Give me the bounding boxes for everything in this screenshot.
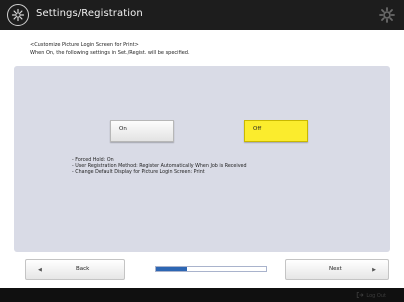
- back-button[interactable]: ◀ Back: [25, 259, 125, 280]
- settings-registration-icon: [7, 4, 29, 26]
- arrow-right-icon: ▶: [372, 267, 376, 273]
- next-button[interactable]: Next ▶: [285, 259, 389, 280]
- list-item: - Change Default Display for Picture Log…: [72, 170, 205, 175]
- gear-icon[interactable]: [378, 6, 396, 24]
- progress-bar: [155, 266, 267, 272]
- title-bar: Settings/Registration: [0, 0, 404, 30]
- page-title: Settings/Registration: [36, 8, 143, 19]
- logout-button[interactable]: Log Out: [356, 291, 386, 301]
- description-text: When On, the following settings in Set./…: [30, 50, 190, 56]
- settings-registration-screen: Settings/Registration <Customize Picture…: [0, 0, 404, 302]
- on-button-label: On: [119, 126, 127, 132]
- description: <Customize Picture Login Screen for Prin…: [30, 41, 390, 57]
- settings-list: - Forced Hold: On - User Registration Me…: [72, 158, 372, 176]
- logout-icon: [356, 291, 364, 301]
- progress-fill: [156, 267, 187, 271]
- off-button[interactable]: Off: [244, 120, 308, 142]
- arrow-left-icon: ◀: [38, 267, 42, 273]
- off-button-label: Off: [253, 126, 262, 132]
- description-title: <Customize Picture Login Screen for Prin…: [30, 42, 139, 48]
- on-button[interactable]: On: [110, 120, 174, 142]
- next-button-label: Next: [329, 266, 342, 272]
- logout-label: Log Out: [366, 293, 386, 299]
- footer-bar: Log Out: [0, 288, 404, 302]
- settings-panel: On Off - Forced Hold: On - User Registra…: [14, 66, 390, 252]
- back-button-label: Back: [76, 266, 90, 272]
